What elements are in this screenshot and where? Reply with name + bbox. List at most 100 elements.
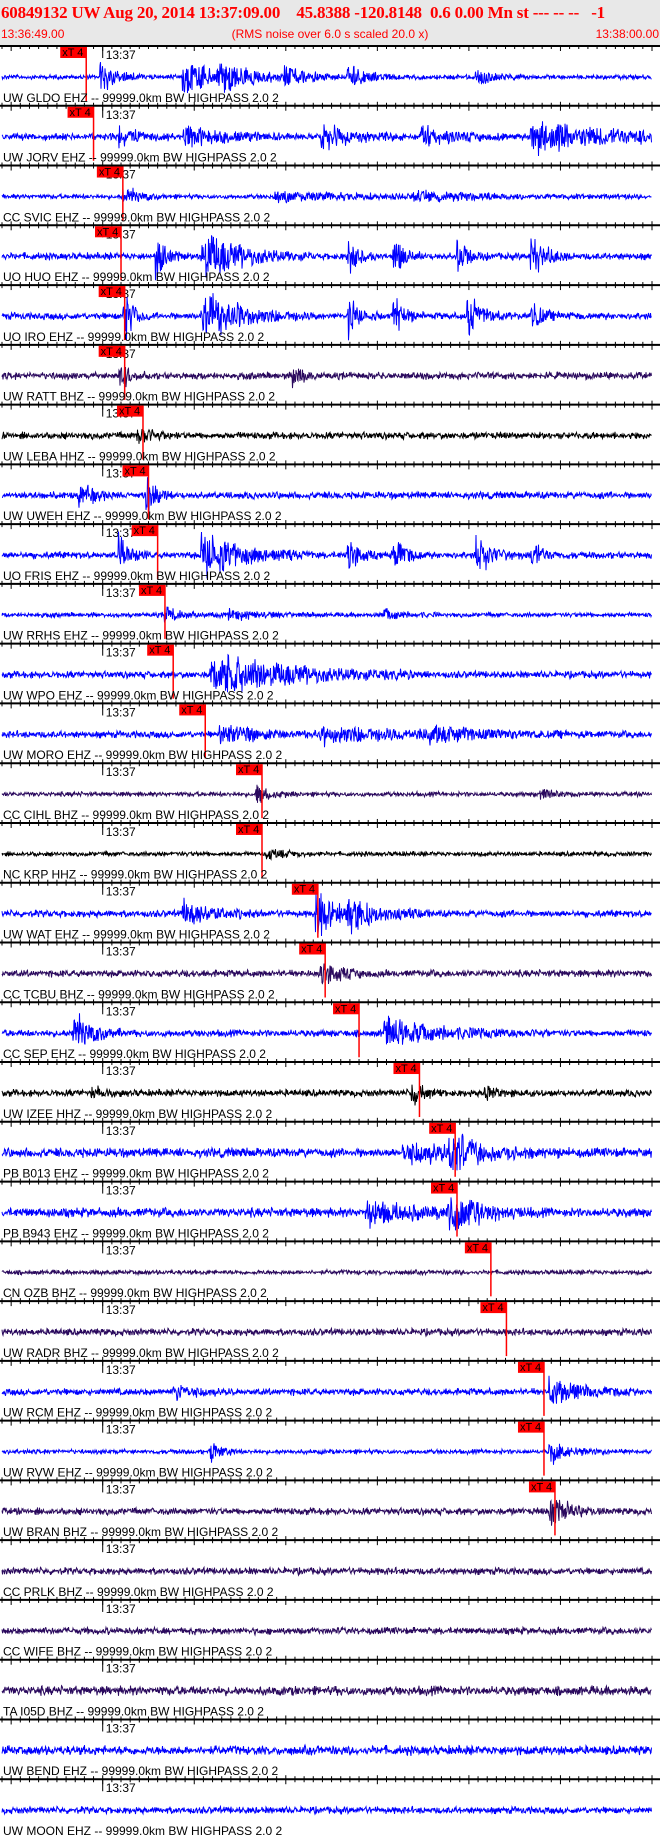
trace-row: 13:37 xT 4 NC KRP HHZ -- 99999.0km BW HIGH… [0,818,660,882]
waveform [1,1326,652,1338]
trace-row: 13:37 xT 4 UW RRHS EHZ -- 99999.0km BW HIG… [0,579,660,643]
station-label: UW BEND EHZ -- 99999.0km BW HIGHPASS 2.0… [3,1764,279,1778]
pick-label: xT 4 [301,944,322,956]
waveform [1,62,652,94]
station-label: UW IZEE HHZ -- 99999.0km BW HIGHPASS 2.0… [3,1107,273,1121]
station-label: UW WPO EHZ -- 99999.0km BW HIGHPASS 2.0 … [3,688,274,702]
minute-label: 13:37 [106,945,136,959]
station-label: UW GLDO EHZ -- 99999.0km BW HIGHPASS 2.0… [3,91,279,105]
pick-label: xT 4 [531,1481,552,1493]
pick-label: xT 4 [467,1242,488,1254]
station-label: UO IRO EHZ -- 99999.0km BW HIGHPASS 2.0 … [3,330,265,344]
trace-row: 13:37 xT 4 CC TCBU BHZ -- 99999.0km BW HIG… [0,938,660,1001]
waveform [1,963,652,985]
trace-row: 13:37 xT 4 PB B943 EHZ -- 99999.0km BW HIG… [0,1177,660,1240]
station-label: UW WAT EHZ -- 99999.0km BW HIGHPASS 2.0 … [3,928,270,942]
minute-label: 13:37 [106,1781,136,1795]
trace-row: 13:37 UW BEND EHZ -- 99999.0km BW HIGHPAS… [0,1715,660,1778]
trace-row: 13:37 xT 4 UW RCM EHZ -- 99999.0km BW HIGH… [0,1356,660,1420]
minute-label: 13:37 [106,48,136,62]
pick-label: xT 4 [124,465,145,477]
trace-row: 13:37xT 4UO HUO EHZ -- 99999.0km BW HIGH… [0,221,660,284]
waveform [1,1499,652,1526]
pick-label: xT 4 [520,1362,541,1374]
minute-label: 13:37 [106,1482,136,1496]
waveform [1,1443,652,1465]
pick-label: xT 4 [101,346,122,358]
waveform [1,1013,652,1045]
station-label: UW RRHS EHZ -- 99999.0km BW HIGHPASS 2.0… [3,629,279,643]
trace-row: 13:37xT 4UW LEBA HHZ -- 99999.0km BW HIG… [0,400,660,463]
waveform [1,784,652,803]
trace-row: 13:37 CC PRLK BHZ -- 99999.0km BW HIGHPAS… [0,1536,660,1599]
waveform [1,653,652,693]
pick-label: xT 4 [70,107,91,119]
waveform [1,428,652,444]
scaling-note: (RMS noise over 6.0 s scaled 20.0 x) [231,27,429,41]
waveform [1,1804,652,1816]
pick-label: xT 4 [520,1422,541,1434]
station-label: CC PRLK BHZ -- 99999.0km BW HIGHPASS 2.0… [3,1585,274,1599]
trace-row: 13:37xT 4CC SVIC EHZ -- 99999.0km BW HIG… [0,161,660,224]
trace-row: 13:37xT 4UW RATT BHZ -- 99999.0km BW HIG… [0,340,660,404]
station-label: CC TCBU BHZ -- 99999.0km BW HIGHPASS 2.0… [3,987,275,1001]
station-label: UW RADR BHZ -- 99999.0km BW HIGHPASS 2.0… [3,1346,279,1360]
station-label: UW LEBA HHZ -- 99999.0km BW HIGHPASS 2.0… [3,449,276,463]
station-label: TA I05D BHZ -- 99999.0km BW HIGHPASS 2.0… [3,1704,264,1718]
minute-label: 13:37 [106,646,136,660]
station-label: UO HUO EHZ -- 99999.0km BW HIGHPASS 2.0 … [3,270,270,284]
trace-row: 13:37 xT 4 PB B013 EHZ -- 99999.0km BW HIG… [0,1117,660,1181]
waveform [1,1375,652,1404]
pick-label: xT 4 [99,167,120,179]
trace-row: 13:37 UW MOON EHZ -- 99999.0km BW HIGHPAS… [0,1775,660,1838]
start-time: 13:36:49.00 [1,27,65,41]
waveform [1,1565,652,1577]
minute-label: 13:37 [106,1542,136,1556]
station-label: PB B943 EHZ -- 99999.0km BW HIGHPASS 2.0… [3,1226,269,1240]
station-label: CC SVIC EHZ -- 99999.0km BW HIGHPASS 2.0… [3,210,271,224]
minute-label: 13:37 [106,108,136,122]
pick-label: xT 4 [62,47,83,59]
waveform [1,1133,652,1171]
waveform [1,724,652,748]
trace-row: 13:37 xT 4 UW WAT EHZ -- 99999.0km BW HIGH… [0,878,660,942]
trace-row: 13:37 xT 4 UW RADR BHZ -- 99999.0km BW HIG… [0,1297,660,1360]
minute-label: 13:37 [106,1423,136,1437]
trace-row: 13:37 xT 4 UW WPO EHZ -- 99999.0km BW HIGH… [0,639,660,702]
station-label: PB B013 EHZ -- 99999.0km BW HIGHPASS 2.0… [3,1167,269,1181]
pick-label: xT 4 [149,645,170,657]
pick-label: xT 4 [181,704,202,716]
waveform [1,1743,652,1757]
trace-row: 13:37 xT 4 UW IZEE HHZ -- 99999.0km BW HIG… [0,1058,660,1121]
end-time: 13:38:00.00 [595,27,659,41]
waveform [1,1084,652,1106]
trace-row: 13:37 xT 4 UW GLDO EHZ -- 99999.0km BW HIG… [0,45,660,105]
minute-label: 13:37 [106,1184,136,1198]
trace-row: 13:37 CC WIFE BHZ -- 99999.0km BW HIGHPAS… [0,1595,660,1659]
pick-label: xT 4 [335,1003,356,1015]
station-label: CC SEP EHZ -- 99999.0km BW HIGHPASS 2.0 … [3,1047,266,1061]
minute-label: 13:37 [106,586,136,600]
pick-label: xT 4 [101,286,122,298]
minute-label: 13:37 [106,825,136,839]
minute-label: 13:37 [106,1243,136,1257]
station-label: UW RCM EHZ -- 99999.0km BW HIGHPASS 2.0 … [3,1406,272,1420]
station-label: UW JORV EHZ -- 99999.0km BW HIGHPASS 2.0… [3,151,277,165]
trace-row: 13:37 xT 4 UW MORO EHZ -- 99999.0km BW HIG… [0,699,660,762]
trace-row: 13:37xT 4 UO FRIS EHZ -- 99999.0km BW HIG… [0,520,660,583]
trace-row: 13:37 xT 4 CC CIHL BHZ -- 99999.0km BW HIG… [0,759,660,822]
seismogram-panel: 13:37 xT 4 UW GLDO EHZ -- 99999.0km BW HIG… [0,45,660,1838]
minute-label: 13:37 [106,1004,136,1018]
minute-label: 13:37 [106,1363,136,1377]
minute-label: 13:37 [106,1303,136,1317]
waveform [1,606,652,623]
waveform [1,187,652,204]
pick-label: xT 4 [433,1183,454,1195]
pick-label: xT 4 [482,1302,503,1314]
waveform [1,1625,652,1637]
pick-label: xT 4 [119,406,140,418]
trace-row: 13:37 xT 4 CC SEP EHZ -- 99999.0km BW HIGH… [0,998,660,1061]
station-label: UW RATT BHZ -- 99999.0km BW HIGHPASS 2.0… [3,390,275,404]
pick-label: xT 4 [238,764,259,776]
trace-row: 13:37 xT 4 UW BRAN BHZ -- 99999.0km BW HIG… [0,1476,660,1539]
